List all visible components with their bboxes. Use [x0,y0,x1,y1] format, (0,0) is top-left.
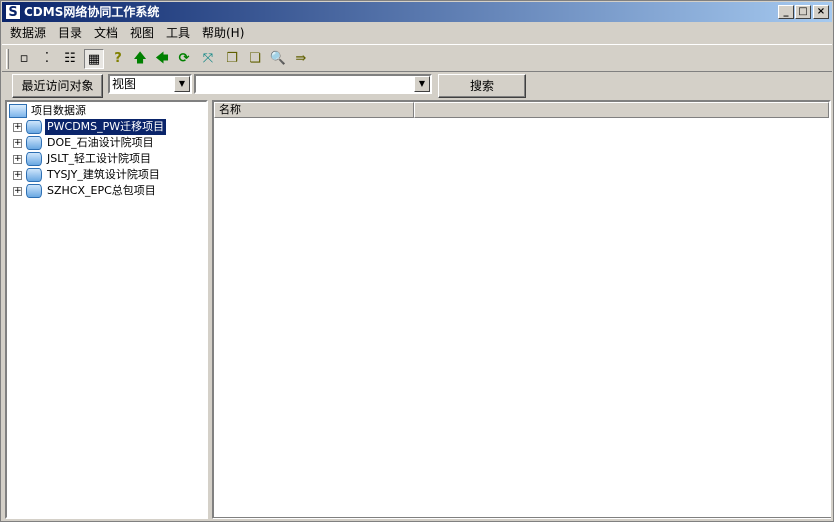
tree-item-label: DOE_石油设计院项目 [47,136,154,149]
menu-view[interactable]: 视图 [130,26,154,40]
search-input[interactable]: ▼ [194,74,432,94]
menu-bar: 数据源 目录 文档 视图 工具 帮助(H) [2,23,832,43]
close-button[interactable]: × [813,5,829,19]
database-icon [26,168,42,182]
database-icon [26,184,42,198]
minimize-button[interactable]: _ [778,5,794,19]
expand-plus-icon[interactable]: + [13,155,22,164]
tree-item[interactable]: + SZHCX_EPC总包项目 [13,183,205,199]
tree-item-label: TYSJY_建筑设计院项目 [47,168,160,181]
list-view-icon[interactable]: ☷ [60,49,80,69]
project-tree[interactable]: 项目数据源 + PWCDMS_PW迁移项目 + DOE_石油设计院项目 + JS… [5,100,208,519]
datasource-root-icon [9,104,27,118]
menu-tools[interactable]: 工具 [166,26,190,40]
database-icon [26,152,42,166]
toolbar: ▫ ⁚ ☷ ▦ ? 🡅 🡄 ⟳ ⤧ ❐ ❏ 🔍 ⇛ [2,44,832,72]
tree-root[interactable]: 项目数据源 [9,103,204,119]
maximize-button[interactable]: □ [795,5,811,19]
toolbar-grip[interactable] [6,49,9,69]
expand-plus-icon[interactable]: + [13,171,22,180]
paste-documents-icon[interactable]: ❏ [245,49,265,69]
back-arrow-icon[interactable]: 🡄 [152,49,172,69]
menu-help[interactable]: 帮助(H) [202,26,244,40]
large-icons-view-icon[interactable]: ▫ [14,49,34,69]
refresh-icon[interactable]: ⟳ [174,49,194,69]
export-icon[interactable]: ⇛ [291,49,311,69]
menu-datasource[interactable]: 数据源 [10,26,46,40]
tree-item[interactable]: + PWCDMS_PW迁移项目 [13,119,205,135]
small-icons-view-icon[interactable]: ⁚ [37,49,57,69]
tree-item[interactable]: + JSLT_轻工设计院项目 [13,151,205,167]
up-arrow-icon[interactable]: 🡅 [130,49,150,69]
list-bottom-edge [212,517,831,520]
view-select[interactable]: 视图 ▼ [108,74,192,94]
expand-plus-icon[interactable]: + [13,139,22,148]
details-view-icon[interactable]: ▦ [84,49,104,69]
search-button[interactable]: 搜索 [438,74,526,98]
document-list[interactable]: 名称 [212,100,831,519]
tree-item[interactable]: + TYSJY_建筑设计院项目 [13,167,205,183]
tree-item-label: PWCDMS_PW迁移项目 [45,119,167,135]
tree-item-label: JSLT_轻工设计院项目 [47,152,152,165]
expand-plus-icon[interactable]: + [13,123,22,132]
expand-plus-icon[interactable]: + [13,187,22,196]
expand-icon[interactable]: ⤧ [198,49,218,69]
tree-item[interactable]: + DOE_石油设计院项目 [13,135,205,151]
database-icon [26,120,42,134]
menu-document[interactable]: 文档 [94,26,118,40]
tree-root-label: 项目数据源 [31,104,86,117]
help-icon[interactable]: ? [108,49,128,69]
view-select-value: 视图 [112,77,137,91]
search-icon[interactable]: 🔍 [268,49,288,69]
column-header-blank[interactable] [414,102,829,118]
app-logo-icon: S [5,4,21,20]
copy-documents-icon[interactable]: ❐ [222,49,242,69]
search-bar: 最近访问对象 视图 ▼ ▼ 搜索 [2,73,832,99]
chevron-down-icon[interactable]: ▼ [414,76,430,92]
column-header-name[interactable]: 名称 [214,102,414,118]
app-window: S CDMS网络协同工作系统 _ □ × 数据源 目录 文档 视图 工具 帮助(… [0,0,834,522]
title-bar[interactable]: S CDMS网络协同工作系统 _ □ × [2,2,832,22]
window-title: CDMS网络协同工作系统 [24,5,160,19]
chevron-down-icon[interactable]: ▼ [174,76,190,92]
recent-objects-button[interactable]: 最近访问对象 [12,74,103,98]
database-icon [26,136,42,150]
menu-directory[interactable]: 目录 [58,26,82,40]
tree-item-label: SZHCX_EPC总包项目 [47,184,156,197]
